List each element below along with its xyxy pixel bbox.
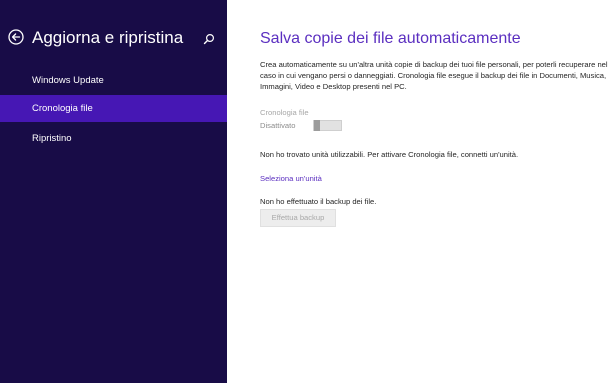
main-content: Salva copie dei file automaticamente Cre…	[227, 0, 610, 383]
search-icon[interactable]	[203, 32, 215, 45]
sidebar-header: Aggiorna e ripristina	[0, 26, 227, 52]
select-drive-link[interactable]: Seleziona un'unità	[260, 174, 322, 184]
sidebar-item-label: Ripristino	[32, 133, 72, 144]
page-title: Salva copie dei file automaticamente	[260, 30, 521, 47]
sidebar-title: Aggiorna e ripristina	[32, 28, 184, 47]
toggle-knob	[314, 120, 320, 131]
sidebar-item-ripristino[interactable]: Ripristino	[0, 125, 227, 152]
toggle-state-text: Disattivato	[260, 121, 296, 130]
description-text: Crea automaticamente su un'altra unità c…	[260, 60, 608, 91]
no-backup-message: Non ho effettuato il backup dei file.	[260, 197, 377, 206]
backup-now-button[interactable]: Effettua backup	[260, 209, 336, 227]
sidebar-item-cronologia-file[interactable]: Cronologia file	[0, 95, 227, 122]
sidebar: Aggiorna e ripristina Windows Update Cro…	[0, 0, 227, 383]
sidebar-item-windows-update[interactable]: Windows Update	[0, 67, 227, 94]
no-drive-message: Non ho trovato unità utilizzabili. Per a…	[260, 150, 519, 159]
toggle-label: Cronologia file	[260, 108, 309, 117]
sidebar-item-label: Windows Update	[32, 75, 104, 86]
file-history-toggle[interactable]	[313, 120, 342, 131]
sidebar-item-label: Cronologia file	[32, 103, 93, 114]
back-arrow-circle-icon[interactable]	[8, 29, 24, 45]
